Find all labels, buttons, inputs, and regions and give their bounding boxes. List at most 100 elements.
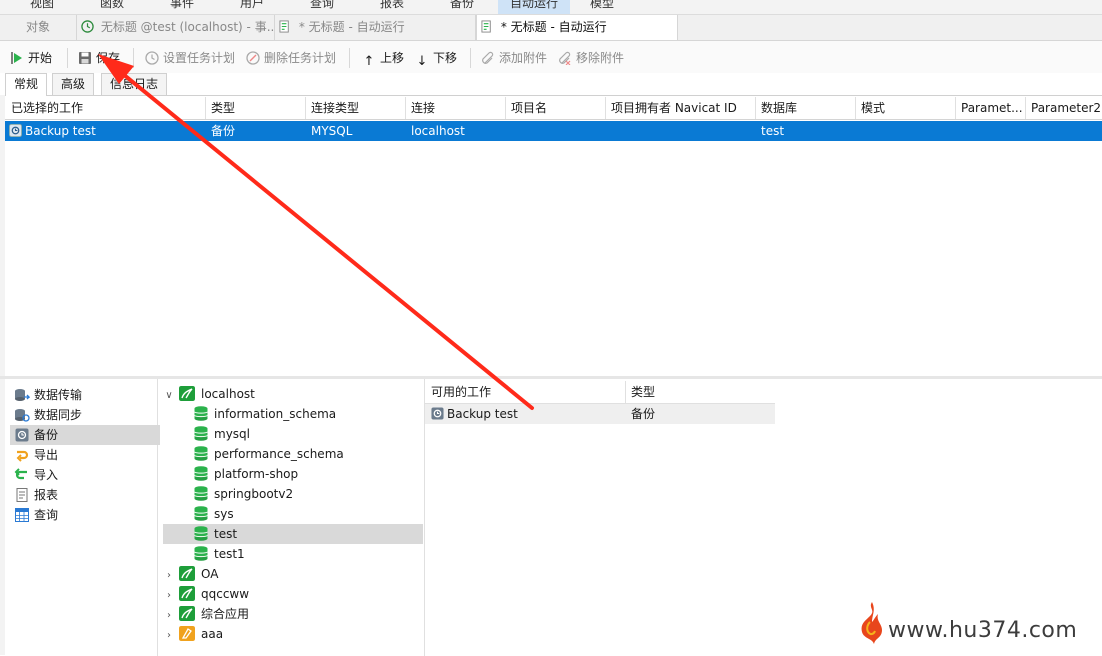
column-header[interactable]: Parameter2: [1025, 97, 1102, 119]
move-down-label: 下移: [433, 51, 458, 65]
category-data-transfer[interactable]: 数据传输: [10, 385, 160, 405]
sqlite-connection-icon: [179, 626, 195, 641]
tree-node-database[interactable]: springbootv2: [194, 484, 293, 504]
column-header[interactable]: 连接: [405, 97, 506, 119]
column-header[interactable]: 类型: [205, 97, 306, 119]
menu-view[interactable]: 视图: [30, 0, 54, 14]
remove-attachment-button[interactable]: 移除附件: [558, 49, 624, 67]
job-conn-type-cell: MYSQL: [311, 124, 353, 138]
set-schedule-button[interactable]: 设置任务计划: [145, 49, 235, 67]
column-header[interactable]: 模式: [855, 97, 956, 119]
column-header[interactable]: 类型: [625, 381, 775, 403]
category-backup[interactable]: 备份: [10, 425, 160, 445]
available-job-type: 备份: [631, 407, 656, 421]
tree-node-database[interactable]: test1: [194, 544, 245, 564]
tree-node-label: localhost: [201, 387, 255, 401]
tree-node-label: springbootv2: [214, 487, 294, 501]
tree-node-comprehensive-app[interactable]: › 综合应用: [163, 604, 249, 624]
arrow-up-icon: ↑: [363, 54, 375, 69]
backup-icon: [9, 124, 22, 137]
column-header[interactable]: 可用的工作: [425, 381, 626, 403]
tree-node-label: test: [214, 527, 238, 541]
column-header[interactable]: 已选择的工作: [5, 97, 206, 119]
tree-node-database[interactable]: mysql: [194, 424, 250, 444]
clock-icon: [81, 20, 94, 33]
menu-backup[interactable]: 备份: [450, 0, 474, 14]
database-icon: [194, 466, 208, 481]
job-type-cell: 备份: [211, 124, 236, 138]
available-jobs-header: 可用的工作 类型: [425, 381, 775, 404]
chevron-right-icon: ›: [167, 610, 171, 621]
menu-bar: 视图 函数 事件 用户 查询 报表 备份 自动运行 模型: [0, 0, 1102, 15]
tree-node-database[interactable]: performance_schema: [194, 444, 344, 464]
tree-node-label: performance_schema: [214, 447, 344, 461]
menu-function[interactable]: 函数: [100, 0, 124, 14]
column-header[interactable]: 连接类型: [305, 97, 406, 119]
backup-icon: [15, 428, 29, 442]
tree-node-qqccww[interactable]: › qqccww: [163, 584, 249, 604]
tab-automation-1[interactable]: * 无标题 - 自动运行: [275, 15, 476, 40]
menu-model[interactable]: 模型: [590, 0, 614, 14]
chevron-down-icon: ∨: [165, 390, 173, 401]
set-schedule-label: 设置任务计划: [163, 51, 236, 65]
tab-general[interactable]: 常规: [5, 73, 48, 96]
menu-event[interactable]: 事件: [170, 0, 194, 14]
tree-node-label: qqccww: [201, 587, 250, 601]
category-report[interactable]: 报表: [10, 485, 160, 505]
selected-jobs-header: 已选择的工作 类型 连接类型 连接 项目名 项目拥有者 Navicat ID 数…: [5, 97, 1102, 120]
menu-automation[interactable]: 自动运行: [498, 0, 571, 14]
delete-clock-icon: [246, 51, 260, 65]
tree-node-localhost[interactable]: ∨ localhost: [163, 384, 255, 404]
tree-node-label: platform-shop: [214, 467, 299, 481]
table-row[interactable]: Backup test 备份 MYSQL localhost test: [5, 121, 1102, 141]
tree-node-database-selected[interactable]: test: [163, 524, 423, 544]
column-header[interactable]: 项目名: [505, 97, 606, 119]
menu-query[interactable]: 查询: [310, 0, 334, 14]
move-up-button[interactable]: ↑ 上移: [362, 49, 404, 69]
column-header[interactable]: 数据库: [755, 97, 856, 119]
data-sync-icon: [15, 409, 30, 422]
category-data-sync[interactable]: 数据同步: [10, 405, 160, 425]
menu-user[interactable]: 用户: [240, 0, 264, 14]
tab-event-untitled[interactable]: 无标题 @test (localhost) - 事...: [77, 15, 275, 40]
backup-icon: [431, 407, 444, 420]
menu-report[interactable]: 报表: [380, 0, 404, 14]
mysql-connection-icon: [179, 586, 195, 601]
tab-automation-2[interactable]: * 无标题 - 自动运行: [476, 15, 678, 40]
tree-node-label: 综合应用: [201, 607, 250, 621]
category-label: 导出: [34, 448, 59, 462]
start-button[interactable]: 开始: [10, 49, 52, 67]
report-icon: [16, 488, 28, 502]
add-attachment-button[interactable]: 添加附件: [481, 49, 547, 67]
job-name-cell: Backup test: [25, 124, 96, 138]
toolbar-separator: [133, 48, 134, 68]
column-header[interactable]: 项目拥有者 Navicat ID: [605, 97, 756, 119]
category-label: 备份: [34, 428, 59, 442]
available-job-row[interactable]: Backup test 备份: [425, 404, 775, 424]
document-tab-strip: 对象 无标题 @test (localhost) - 事... * 无标题 - …: [0, 15, 1102, 41]
move-down-button[interactable]: ↓ 下移: [415, 49, 458, 69]
tab-message-log[interactable]: 信息日志: [101, 73, 168, 95]
tree-node-oa[interactable]: › OA: [163, 564, 218, 584]
category-query[interactable]: 查询: [10, 505, 160, 525]
available-job-name: Backup test: [447, 407, 518, 421]
attachment-remove-icon: [559, 51, 571, 65]
job-database-cell: test: [761, 124, 785, 138]
category-import[interactable]: 导入: [10, 465, 160, 485]
category-export[interactable]: 导出: [10, 445, 160, 465]
connection-tree: ∨ localhost information_schema mysql perf…: [158, 379, 425, 656]
export-icon: [16, 450, 29, 462]
tab-advanced[interactable]: 高级: [52, 73, 95, 95]
tab-objects[interactable]: 对象: [0, 15, 77, 40]
attachment-add-icon: [482, 51, 494, 64]
delete-schedule-button[interactable]: 删除任务计划: [246, 49, 336, 67]
tree-node-aaa[interactable]: › aaa: [163, 624, 223, 644]
tree-node-database[interactable]: sys: [194, 504, 234, 524]
column-header[interactable]: Paramet...: [955, 97, 1026, 119]
database-icon: [194, 526, 208, 541]
watermark-text: www.hu374.com: [888, 618, 1078, 643]
save-button[interactable]: 保存: [78, 49, 120, 67]
tree-node-database[interactable]: platform-shop: [194, 464, 298, 484]
tree-node-database[interactable]: information_schema: [194, 404, 336, 424]
save-icon: [79, 52, 91, 64]
